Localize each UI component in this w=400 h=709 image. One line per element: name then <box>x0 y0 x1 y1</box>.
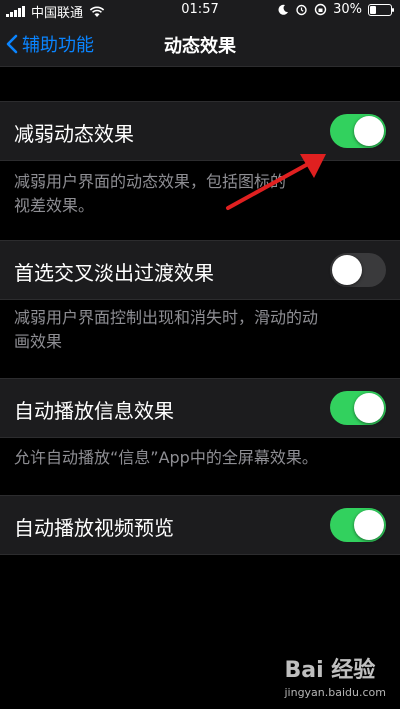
description-line: 减弱用户界面控制出现和消失时，滑动的动 <box>14 308 319 327</box>
cross-fade-toggle[interactable] <box>330 253 386 287</box>
setting-label: 自动播放视频预览 <box>14 516 174 540</box>
toggle-knob <box>354 116 384 146</box>
moon-icon <box>278 4 289 15</box>
rotation-lock-icon <box>314 3 327 16</box>
toggle-knob <box>354 510 384 540</box>
setting-label: 自动播放信息效果 <box>14 399 174 423</box>
battery-fill <box>370 5 376 14</box>
settings-screen: 中国联通 01:57 30% 辅助功能 动态效果 减弱动态效果 减弱用户界面的动… <box>0 0 400 709</box>
setting-description: 减弱用户界面控制出现和消失时，滑动的动 画效果 <box>14 306 374 354</box>
watermark-logo: Bai 经验 <box>284 658 376 683</box>
navigation-bar: 辅助功能 动态效果 <box>0 22 400 67</box>
watermark-url: jingyan.baidu.com <box>284 686 386 699</box>
status-bar: 中国联通 01:57 30% <box>0 0 400 22</box>
status-right: 30% <box>277 2 394 17</box>
battery-percent: 30% <box>333 2 362 17</box>
setting-description: 允许自动播放“信息”App中的全屏幕效果。 <box>14 446 374 470</box>
toggle-knob <box>354 393 384 423</box>
battery-icon <box>368 3 394 16</box>
page-title: 动态效果 <box>164 36 236 57</box>
toggle-knob <box>332 255 362 285</box>
reduce-motion-toggle[interactable] <box>330 114 386 148</box>
description-line: 画效果 <box>14 332 63 351</box>
setting-row-reduce-motion[interactable]: 减弱动态效果 <box>0 101 400 161</box>
auto-play-video-previews-toggle[interactable] <box>330 508 386 542</box>
auto-play-message-effects-toggle[interactable] <box>330 391 386 425</box>
setting-label: 减弱动态效果 <box>14 122 134 146</box>
setting-row-auto-play-video-previews[interactable]: 自动播放视频预览 <box>0 495 400 555</box>
setting-row-cross-fade[interactable]: 首选交叉淡出过渡效果 <box>0 240 400 300</box>
setting-row-auto-play-message-effects[interactable]: 自动播放信息效果 <box>0 378 400 438</box>
description-line: 允许自动播放“信息”App中的全屏幕效果。 <box>14 448 318 467</box>
alarm-icon <box>296 4 307 16</box>
setting-label: 首选交叉淡出过渡效果 <box>14 261 214 285</box>
annotation-arrow-icon <box>226 154 326 210</box>
watermark: Bai 经验 jingyan.baidu.com <box>284 652 386 699</box>
